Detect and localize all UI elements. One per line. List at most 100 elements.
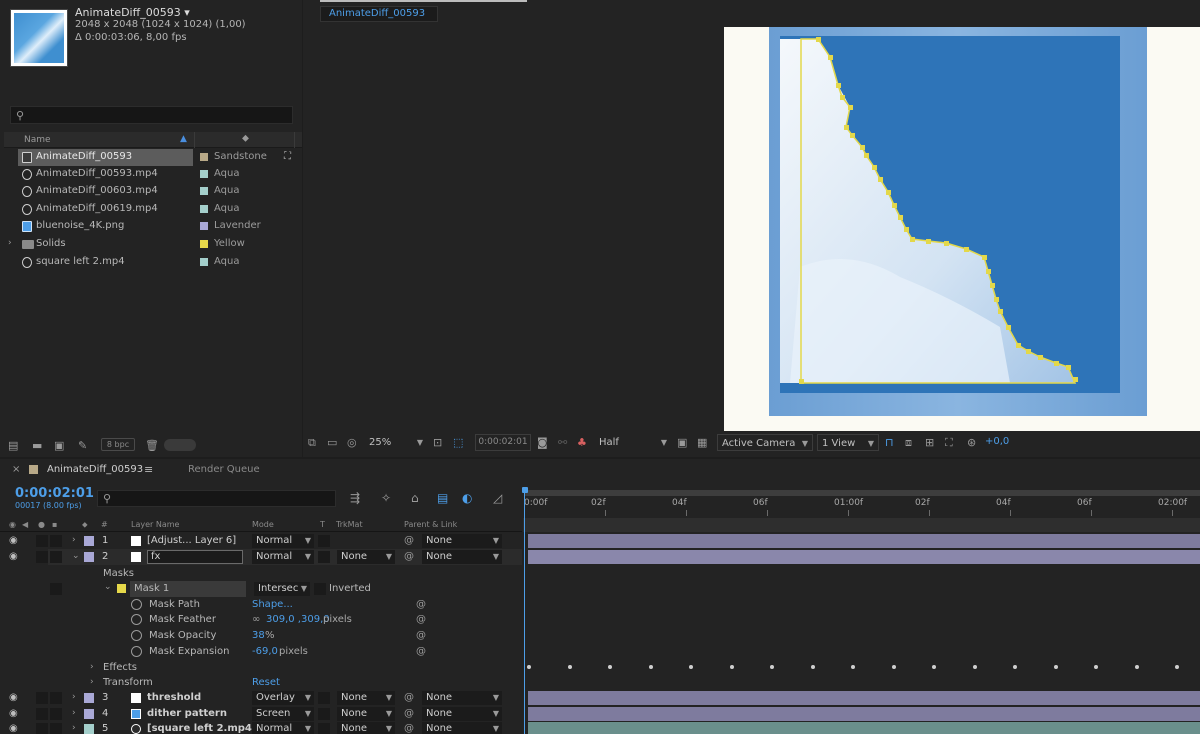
mask-row[interactable]: ⌄ Mask 1 Intersec ▼ Inverted xyxy=(0,581,522,597)
track-matte-dropdown[interactable]: None ▼ xyxy=(337,691,395,705)
keyframe-dot[interactable] xyxy=(1134,665,1139,669)
eye-icon[interactable]: ◉ xyxy=(9,520,16,529)
show-snapshot-icon[interactable]: ⚯ xyxy=(558,436,567,449)
parent-dropdown[interactable]: None ▼ xyxy=(422,550,502,564)
chevron-right-icon[interactable]: › xyxy=(72,723,76,733)
resolution-dropdown[interactable]: Half ▼ xyxy=(595,434,671,451)
chevron-right-icon[interactable]: › xyxy=(90,677,94,687)
name-column-header[interactable]: Name xyxy=(24,135,51,145)
work-area-bar[interactable] xyxy=(524,490,1200,496)
keyframe-dot[interactable] xyxy=(608,665,612,669)
zoom-dropdown[interactable]: 25% ▼ xyxy=(365,434,427,451)
layer-name[interactable]: threshold xyxy=(147,692,201,703)
layer-name[interactable]: dither pattern xyxy=(147,708,227,719)
label-swatch[interactable] xyxy=(200,240,208,248)
expression-pick-whip-icon[interactable]: @ xyxy=(416,630,426,641)
fast-previews-icon[interactable]: ⧈ xyxy=(905,436,912,450)
preserve-transparency-toggle[interactable] xyxy=(318,692,330,704)
flowchart-icon[interactable]: ⛶ xyxy=(284,151,291,162)
flowchart-icon[interactable]: ⛶ xyxy=(945,436,953,450)
frame-blending-icon[interactable]: ▤ xyxy=(437,491,448,505)
layer-name-edit-field[interactable]: fx xyxy=(147,550,243,564)
preserve-transparency-toggle[interactable] xyxy=(318,708,330,720)
project-settings-icon[interactable]: ✎ xyxy=(78,439,87,452)
preserve-transparency-toggle[interactable] xyxy=(318,535,330,547)
current-time-field[interactable]: 0:00:02:01 xyxy=(475,434,531,451)
stopwatch-icon[interactable] xyxy=(131,630,142,641)
solo-icon[interactable]: ● xyxy=(38,520,45,529)
region-of-interest-icon[interactable]: ▣ xyxy=(677,436,687,449)
keyframe-dot[interactable] xyxy=(1013,665,1017,669)
preserve-transparency-toggle[interactable] xyxy=(318,723,330,734)
project-item[interactable]: › Solids Yellow xyxy=(4,236,302,253)
eye-icon[interactable]: ◉ xyxy=(9,723,18,734)
draft-3d-icon[interactable]: ✧ xyxy=(381,491,391,505)
eye-icon[interactable]: ◉ xyxy=(9,535,18,546)
layer-track[interactable] xyxy=(528,533,1200,549)
pick-whip-icon[interactable]: @ xyxy=(404,551,414,562)
layer-track[interactable] xyxy=(528,721,1200,734)
project-comp-title[interactable]: AnimateDiff_00593 ▾ xyxy=(75,6,190,19)
always-preview-icon[interactable]: ⧉ xyxy=(308,436,316,450)
comp-flowchart-icon[interactable]: ⇶ xyxy=(350,491,360,505)
mode-column-header[interactable]: Mode xyxy=(252,520,274,529)
bit-depth-button[interactable]: 8 bpc xyxy=(101,438,135,451)
parent-dropdown[interactable]: None ▼ xyxy=(422,691,502,705)
layer-row[interactable]: ◉ › 4 dither pattern Screen ▼ None ▼ @ Non… xyxy=(0,706,522,722)
label-swatch[interactable] xyxy=(200,205,208,213)
keyframe-dot[interactable] xyxy=(972,665,977,669)
layer-track[interactable] xyxy=(528,706,1200,722)
project-search-input[interactable]: ⚲ xyxy=(10,106,293,124)
label-swatch[interactable] xyxy=(200,258,208,266)
masks-group-row[interactable]: Masks xyxy=(0,566,522,582)
eye-icon[interactable]: ◉ xyxy=(9,708,18,719)
chevron-right-icon[interactable]: › xyxy=(72,708,76,718)
audio-icon[interactable]: ◀ xyxy=(22,520,28,529)
pick-whip-icon[interactable]: @ xyxy=(404,723,414,734)
mask-expansion-row[interactable]: Mask Expansion -69,0 pixels @ xyxy=(0,644,522,660)
layer-row[interactable]: ◉ ⌄ 2 fx Normal ▼ None ▼ @ None ▼ xyxy=(0,549,522,565)
track-matte-dropdown[interactable]: None ▼ xyxy=(337,550,395,564)
project-item[interactable]: AnimateDiff_00593 Sandstone ⛶ xyxy=(4,149,302,166)
keyframe-dot[interactable] xyxy=(891,665,896,669)
expression-pick-whip-icon[interactable]: @ xyxy=(416,614,426,625)
parent-dropdown[interactable]: None ▼ xyxy=(422,707,502,721)
project-item[interactable]: AnimateDiff_00593.mp4 Aqua xyxy=(4,166,302,183)
number-column-header[interactable]: # xyxy=(101,520,108,529)
transparency-grid-icon[interactable]: ▦ xyxy=(697,436,707,449)
layer-track[interactable] xyxy=(528,690,1200,706)
label-swatch[interactable] xyxy=(200,222,208,230)
trash-icon[interactable]: 🗑 xyxy=(145,439,159,452)
project-item[interactable]: AnimateDiff_00603.mp4 Aqua xyxy=(4,183,302,200)
project-item[interactable]: bluenoise_4K.png Lavender xyxy=(4,218,302,235)
layer-track[interactable] xyxy=(528,549,1200,565)
eye-icon[interactable]: ◉ xyxy=(9,551,18,562)
mask-name[interactable]: Mask 1 xyxy=(134,583,169,594)
keyframe-dot[interactable] xyxy=(648,665,653,669)
pick-whip-icon[interactable]: @ xyxy=(404,535,414,546)
chevron-right-icon[interactable]: › xyxy=(90,662,94,672)
layer-row[interactable]: ◉ › 5 [square left 2.mp4] Normal ▼ None ▼ … xyxy=(0,721,522,734)
chevron-right-icon[interactable]: › xyxy=(8,238,12,248)
blend-mode-dropdown[interactable]: Screen ▼ xyxy=(252,707,314,721)
shy-layers-icon[interactable]: ⌂ xyxy=(411,491,419,505)
chevron-right-icon[interactable]: › xyxy=(72,535,76,545)
parent-column-header[interactable]: Parent & Link xyxy=(404,520,457,529)
label-swatch[interactable] xyxy=(200,153,208,161)
label-swatch[interactable] xyxy=(200,170,208,178)
mask-feather-row[interactable]: Mask Feather ∞ 309,0 ,309,0 pixels @ xyxy=(0,612,522,628)
mask-opacity-row[interactable]: Mask Opacity 38 % @ xyxy=(0,628,522,644)
keyframe-dot[interactable] xyxy=(729,665,734,669)
mask-path-row[interactable]: Mask Path Shape... @ xyxy=(0,597,522,613)
stopwatch-icon[interactable] xyxy=(131,599,142,610)
mask-path-value[interactable]: Shape... xyxy=(252,599,293,610)
current-time-display[interactable]: 0:00:02:01 xyxy=(15,486,94,501)
label-swatch[interactable] xyxy=(84,552,94,562)
fit-icon[interactable]: ⊡ xyxy=(433,436,442,449)
layer-name[interactable]: [Adjust... Layer 6] xyxy=(147,535,236,546)
new-comp-icon[interactable]: ▣ xyxy=(54,439,64,452)
preserve-transparency-toggle[interactable] xyxy=(318,551,330,563)
parent-dropdown[interactable]: None ▼ xyxy=(422,534,502,548)
motion-blur-icon[interactable]: ◐ xyxy=(462,491,472,505)
camera-dropdown[interactable]: Active Camera ▼ xyxy=(717,434,813,451)
